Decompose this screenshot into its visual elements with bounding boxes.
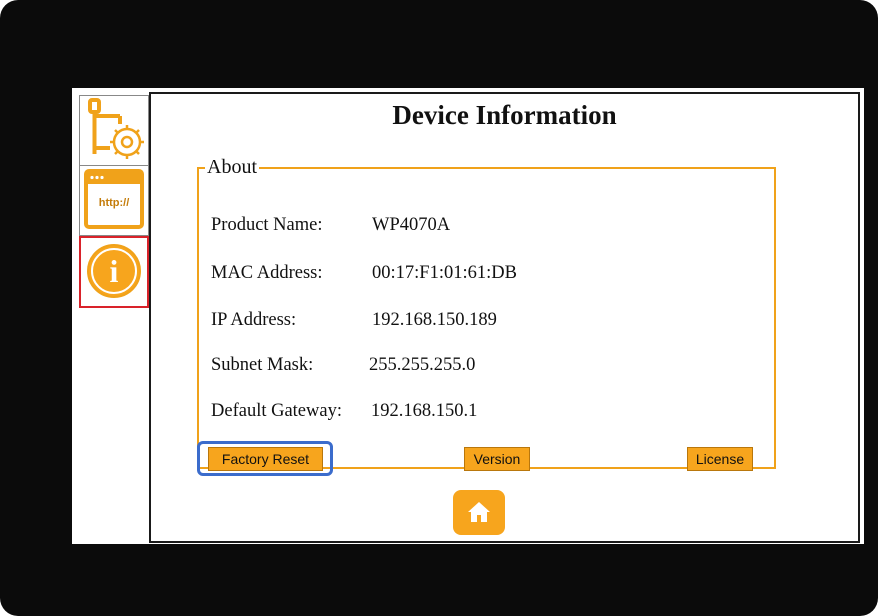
sidebar: http:// i: [79, 95, 150, 543]
sidebar-item-http[interactable]: http://: [79, 165, 149, 236]
field-value: WP4070A: [372, 215, 451, 235]
license-button[interactable]: License: [687, 447, 753, 471]
sidebar-item-network-settings[interactable]: [79, 95, 149, 166]
home-icon: [468, 502, 490, 522]
field-value: 192.168.150.189: [372, 310, 497, 330]
home-button[interactable]: [453, 490, 505, 535]
about-group: About Product Name: WP4070A MAC Address:…: [197, 156, 776, 476]
field-mac-address: MAC Address: 00:17:F1:01:61:DB: [211, 263, 517, 284]
sidebar-item-info[interactable]: i: [79, 236, 149, 308]
about-legend: About: [207, 156, 257, 178]
field-label: Default Gateway:: [211, 401, 342, 421]
field-subnet-mask: Subnet Mask: 255.255.255.0: [211, 355, 475, 376]
field-product-name: Product Name: WP4070A: [211, 215, 450, 236]
field-value: 192.168.150.1: [371, 401, 478, 421]
http-label: http://: [98, 197, 130, 209]
field-value: 255.255.255.0: [369, 355, 476, 375]
main-panel: Device Information About Product Name: W…: [149, 92, 860, 543]
field-label: IP Address:: [211, 310, 297, 330]
info-icon: [81, 244, 147, 310]
field-default-gateway: Default Gateway: 192.168.150.1: [211, 401, 477, 422]
device-bezel: http:// i Device Information About Produ…: [0, 0, 878, 616]
info-glyph: i: [109, 253, 119, 289]
factory-reset-button[interactable]: Factory Reset: [208, 447, 323, 471]
field-ip-address: IP Address: 192.168.150.189: [211, 310, 497, 331]
version-button[interactable]: Version: [464, 447, 530, 471]
field-value: 00:17:F1:01:61:DB: [372, 263, 517, 283]
field-label: Subnet Mask:: [211, 355, 314, 375]
field-label: MAC Address:: [211, 263, 323, 283]
field-label: Product Name:: [211, 215, 323, 235]
page-title: Device Information: [392, 100, 617, 130]
